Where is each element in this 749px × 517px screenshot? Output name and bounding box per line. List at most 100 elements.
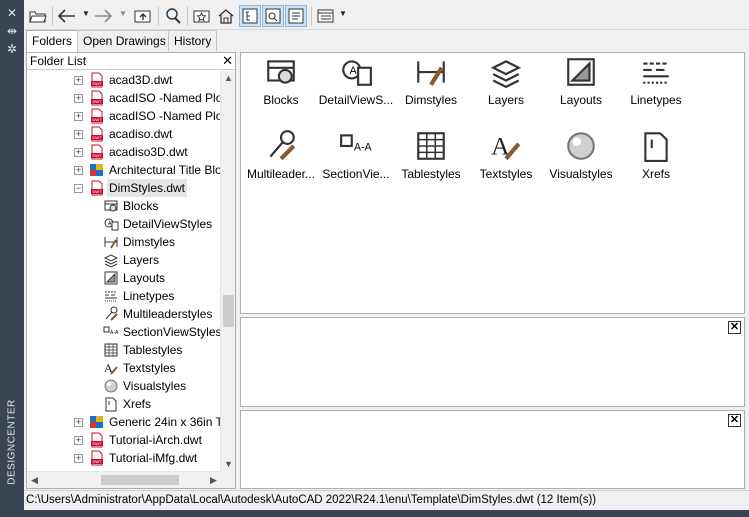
preview-toggle-button[interactable] — [262, 5, 284, 27]
tree-row-label: DetailViewStyles — [123, 217, 213, 231]
tree-row[interactable]: + DWT acadiso3D.dwt — [27, 143, 221, 161]
scroll-left-icon[interactable]: ◀ — [27, 472, 42, 488]
properties-icon[interactable]: ✲ — [4, 42, 20, 56]
detail-view-icon: A — [103, 216, 119, 232]
expand-icon[interactable]: + — [74, 112, 83, 121]
favorites-button[interactable] — [191, 5, 213, 27]
tree-row[interactable]: + Generic 24in x 36in Title Block.dwt — [27, 413, 221, 431]
content-item[interactable]: Blocks — [245, 55, 317, 117]
tree-row[interactable]: + Architectural Title Block.dwt — [27, 161, 221, 179]
content-item[interactable]: Xrefs — [620, 129, 692, 191]
up-folder-icon — [134, 10, 151, 23]
tree-row[interactable]: + DWT Tutorial-iArch.dwt — [27, 431, 221, 449]
content-item[interactable]: Dimstyles — [395, 55, 467, 117]
content-item-label: Tablestyles — [401, 167, 461, 181]
tree-row[interactable]: + DWT acad3D.dwt — [27, 71, 221, 89]
search-button[interactable] — [162, 5, 184, 27]
tree-row[interactable]: − DWT DimStyles.dwt — [27, 179, 221, 197]
tree-row[interactable]: Multileaderstyles — [27, 305, 221, 323]
content-item-label: Linetypes — [630, 93, 682, 107]
expand-icon[interactable]: + — [74, 436, 83, 445]
content-item[interactable]: A-A SectionVie... — [320, 129, 392, 191]
tree-row-label: Layouts — [123, 271, 166, 285]
folder-tree: + DWT acad3D.dwt + DWT acadISO -Named Plot St… — [27, 71, 221, 471]
content-item-label: Visualstyles — [549, 167, 613, 181]
tab-history[interactable]: History — [168, 30, 218, 51]
expand-icon[interactable]: + — [74, 166, 83, 175]
scroll-up-icon[interactable]: ▲ — [221, 71, 235, 86]
close-description-icon[interactable]: ✕ — [728, 414, 741, 427]
views-dropdown-icon[interactable]: ▼ — [339, 9, 347, 18]
tree-row-label: Xrefs — [123, 397, 152, 411]
home-button[interactable] — [215, 5, 237, 27]
expand-icon[interactable]: + — [74, 130, 83, 139]
tree-row[interactable]: Tablestyles — [27, 341, 221, 359]
tree-row[interactable]: + DWT acadiso.dwt — [27, 125, 221, 143]
scroll-thumb-horizontal[interactable] — [101, 475, 179, 485]
close-preview-icon[interactable]: ✕ — [728, 321, 741, 334]
content-item[interactable]: A DetailViewS... — [319, 55, 393, 117]
autohide-icon[interactable]: ⇹ — [4, 24, 20, 38]
expand-icon[interactable]: + — [74, 454, 83, 463]
tree-row[interactable]: Layouts — [27, 269, 221, 287]
back-button[interactable] — [56, 5, 78, 27]
linetypes-icon — [638, 55, 674, 89]
tree-row[interactable]: Visualstyles — [27, 377, 221, 395]
content-item[interactable]: A Textstyles — [470, 129, 542, 191]
content-item[interactable]: Layers — [470, 55, 542, 117]
tree-row-label: Dimstyles — [123, 235, 176, 249]
tree-row[interactable]: Xrefs — [27, 395, 221, 413]
tree-row[interactable]: Linetypes — [27, 287, 221, 305]
tab-open-drawings[interactable]: Open Drawings — [77, 30, 172, 51]
tree-row[interactable]: + DWT acadISO -Named Plot Styles3D.dwt — [27, 107, 221, 125]
forward-dropdown-icon[interactable]: ▼ — [119, 9, 127, 18]
preview-pane: ✕ — [240, 317, 745, 407]
tree-row-label: Tablestyles — [123, 343, 183, 357]
content-area: Blocks A DetailViewS... Dimstyles Layers Layo… — [240, 52, 745, 314]
tree-view-icon — [242, 8, 258, 24]
folder-list-close-icon[interactable]: ✕ — [222, 53, 233, 69]
tree-vertical-scrollbar[interactable]: ▲ ▼ — [220, 71, 235, 472]
tree-row[interactable]: A DetailViewStyles — [27, 215, 221, 233]
expand-icon[interactable]: + — [74, 94, 83, 103]
tree-view-toggle-button[interactable] — [239, 5, 261, 27]
tree-row[interactable]: Blocks — [27, 197, 221, 215]
toolbar: ▼ ▼ ▼ — [24, 0, 749, 30]
scroll-down-icon[interactable]: ▼ — [221, 457, 235, 472]
tree-row[interactable]: A Textstyles — [27, 359, 221, 377]
layers-icon — [488, 55, 524, 89]
folder-list-title: Folder List — [30, 54, 87, 68]
tree-row-label: Generic 24in x 36in Title Block.dwt — [109, 415, 221, 429]
tree-row[interactable]: Dimstyles — [27, 233, 221, 251]
tree-row[interactable]: Layers — [27, 251, 221, 269]
content-item[interactable]: Layouts — [545, 55, 617, 117]
description-toggle-button[interactable] — [285, 5, 307, 27]
scroll-thumb[interactable] — [223, 295, 234, 327]
load-button[interactable] — [27, 5, 49, 27]
expand-icon[interactable]: + — [74, 76, 83, 85]
tree-horizontal-scrollbar[interactable]: ◀ ▶ — [27, 471, 221, 488]
views-icon — [317, 9, 334, 23]
tab-folders[interactable]: Folders — [26, 30, 79, 52]
views-button[interactable] — [315, 5, 337, 27]
content-item[interactable]: Tablestyles — [395, 129, 467, 191]
content-item[interactable]: Linetypes — [620, 55, 692, 117]
xrefs-icon — [638, 129, 674, 163]
collapse-icon[interactable]: − — [74, 184, 83, 193]
tree-row-label: SectionViewStyles — [123, 325, 221, 339]
svg-text:DWT: DWT — [92, 135, 102, 140]
forward-button[interactable] — [92, 5, 114, 27]
tree-row-label: Tutorial-iMfg.dwt — [109, 451, 198, 465]
content-item[interactable]: Visualstyles — [545, 129, 617, 191]
tree-row[interactable]: + DWT acadISO -Named Plot Styles.dwt — [27, 89, 221, 107]
content-item-label: Xrefs — [641, 167, 670, 181]
up-button[interactable] — [132, 5, 154, 27]
expand-icon[interactable]: + — [74, 148, 83, 157]
content-item[interactable]: Multileader... — [245, 129, 317, 191]
tree-row[interactable]: A-A SectionViewStyles — [27, 323, 221, 341]
back-dropdown-icon[interactable]: ▼ — [82, 9, 90, 18]
tree-row[interactable]: + DWT Tutorial-iMfg.dwt — [27, 449, 221, 467]
scroll-right-icon[interactable]: ▶ — [206, 472, 221, 488]
close-palette-icon[interactable]: ✕ — [4, 6, 20, 20]
expand-icon[interactable]: + — [74, 418, 83, 427]
